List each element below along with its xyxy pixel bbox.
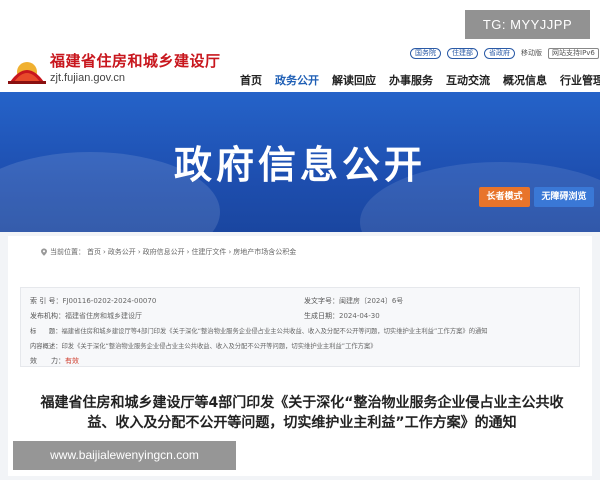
site-logo-icon[interactable] bbox=[8, 52, 46, 84]
meta-summary-value: 印发《关于深化“整治物业服务企业侵占业主公共收益、收入及分配不公开等问题，切实维… bbox=[61, 343, 377, 350]
elder-mode-button[interactable]: 长者模式 bbox=[479, 187, 530, 207]
accessible-browse-button[interactable]: 无障碍浏览 bbox=[534, 187, 594, 207]
breadcrumb-sep: › bbox=[103, 248, 106, 256]
breadcrumb: 当前位置： 首页 › 政务公开 › 政府信息公开 › 住建厅文件 › 房地产市场… bbox=[40, 247, 296, 257]
breadcrumb-info-disclosure[interactable]: 政府信息公开 bbox=[143, 247, 185, 257]
nav-home[interactable]: 首页 bbox=[240, 72, 262, 88]
meta-index-row: 索 引 号：FJ00116-0202-2024-00070 bbox=[30, 296, 156, 306]
meta-date-row: 生成日期：2024-04-30 bbox=[304, 311, 380, 321]
meta-title-row: 标 题：福建省住房和城乡建设厅等4部门印发《关于深化“整治物业服务企业侵占业主公… bbox=[30, 326, 575, 335]
meta-validity-label: 效 力： bbox=[30, 357, 65, 365]
document-title: 福建省住房和城乡建设厅等4部门印发《关于深化“整治物业服务企业侵占业主公共收益、… bbox=[40, 395, 564, 431]
meta-docno-label: 发文字号： bbox=[304, 297, 339, 305]
link-mobile-version[interactable]: 移动版 bbox=[521, 48, 542, 58]
meta-validity-value: 有效 bbox=[65, 357, 79, 365]
meta-issuer-value: 福建省住房和城乡建设厅 bbox=[65, 312, 142, 320]
breadcrumb-sep: › bbox=[228, 248, 232, 256]
breadcrumb-home[interactable]: 首页 bbox=[87, 247, 101, 257]
meta-summary-label: 内容概述： bbox=[30, 343, 62, 350]
hero-banner: 政府信息公开 长者模式 无障碍浏览 bbox=[0, 92, 600, 232]
nav-services[interactable]: 办事服务 bbox=[389, 72, 433, 88]
meta-date-value: 2024-04-30 bbox=[339, 312, 380, 320]
nav-interpretation[interactable]: 解读回应 bbox=[332, 72, 376, 88]
link-mohurd[interactable]: 住建部 bbox=[447, 47, 478, 59]
meta-title-value: 福建省住房和城乡建设厅等4部门印发《关于深化“整治物业服务企业侵占业主公共收益、… bbox=[61, 328, 488, 335]
main-nav: 首页 政务公开 解读回应 办事服务 互动交流 概况信息 行业管理 bbox=[240, 72, 600, 88]
banner-title: 政府信息公开 bbox=[173, 143, 426, 187]
location-icon bbox=[41, 248, 47, 256]
meta-issuer-row: 发布机构：福建省住房和城乡建设厅 bbox=[30, 311, 142, 321]
breadcrumb-sep: › bbox=[137, 248, 141, 256]
nav-overview[interactable]: 概况信息 bbox=[503, 72, 547, 88]
meta-docno-row: 发文字号：闽建房〔2024〕6号 bbox=[304, 296, 403, 306]
site-name[interactable]: 福建省住房和城乡建设厅 bbox=[50, 50, 221, 71]
meta-date-label: 生成日期： bbox=[304, 312, 339, 320]
breadcrumb-label: 当前位置： bbox=[50, 248, 85, 256]
link-provincial-gov[interactable]: 省政府 bbox=[484, 47, 515, 59]
meta-validity-row: 效 力：有效 bbox=[30, 356, 79, 366]
nav-interaction[interactable]: 互动交流 bbox=[446, 72, 490, 88]
breadcrumb-gov-affairs[interactable]: 政务公开 bbox=[108, 247, 136, 257]
ipv6-badge: 网站支持IPv6 bbox=[548, 47, 599, 59]
meta-docno-value: 闽建房〔2024〕6号 bbox=[339, 297, 404, 305]
meta-issuer-label: 发布机构： bbox=[30, 312, 65, 320]
breadcrumb-dept-docs[interactable]: 住建厅文件 bbox=[191, 247, 226, 257]
top-links: 国务院 住建部 省政府 移动版 网站支持IPv6 bbox=[410, 47, 599, 59]
nav-industry[interactable]: 行业管理 bbox=[560, 72, 600, 88]
link-state-council[interactable]: 国务院 bbox=[410, 47, 441, 59]
meta-title-label: 标 题： bbox=[30, 328, 62, 335]
site-domain: zjt.fujian.gov.cn bbox=[50, 72, 126, 84]
url-watermark: www.baijialewenyingcn.com bbox=[13, 441, 236, 470]
telegram-watermark: TG: MYYJJPP bbox=[465, 10, 590, 39]
nav-gov-affairs[interactable]: 政务公开 bbox=[275, 72, 319, 88]
meta-index-label: 索 引 号： bbox=[30, 297, 63, 305]
meta-index-value: FJ00116-0202-2024-00070 bbox=[62, 297, 157, 305]
breadcrumb-real-estate[interactable]: 房地产市场含公积金 bbox=[233, 247, 296, 257]
meta-summary-row: 内容概述：印发《关于深化“整治物业服务企业侵占业主公共收益、收入及分配不公开等问… bbox=[30, 341, 575, 350]
breadcrumb-sep: › bbox=[186, 248, 190, 256]
